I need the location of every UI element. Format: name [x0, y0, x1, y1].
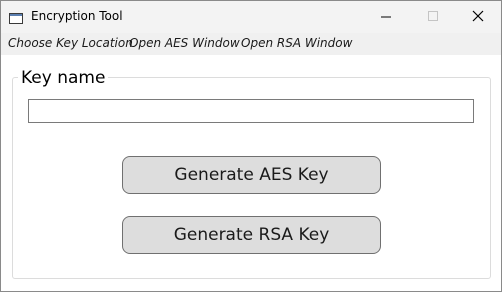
- key-name-label: Key name: [18, 67, 109, 89]
- title-bar[interactable]: Encryption Tool: [1, 1, 501, 33]
- menu-item-open-aes-window[interactable]: Open AES Window: [129, 36, 240, 50]
- close-icon: [472, 10, 484, 22]
- app-window: Encryption Tool Choose Key Location Open…: [0, 0, 502, 292]
- menu-bar: Choose Key Location Open AES Window Open…: [1, 33, 501, 55]
- minimize-button[interactable]: [363, 1, 409, 33]
- minimize-icon: [381, 16, 391, 18]
- generate-aes-key-button[interactable]: Generate AES Key: [122, 156, 381, 194]
- menu-item-choose-key-location[interactable]: Choose Key Location: [8, 36, 133, 50]
- menu-item-open-rsa-window[interactable]: Open RSA Window: [241, 36, 352, 50]
- app-icon: [9, 9, 23, 24]
- generate-rsa-key-button[interactable]: Generate RSA Key: [122, 216, 381, 254]
- key-name-input[interactable]: [28, 99, 474, 123]
- maximize-icon: [428, 11, 438, 21]
- close-button[interactable]: [455, 1, 501, 33]
- maximize-button[interactable]: [409, 1, 455, 33]
- window-title: Encryption Tool: [31, 9, 123, 23]
